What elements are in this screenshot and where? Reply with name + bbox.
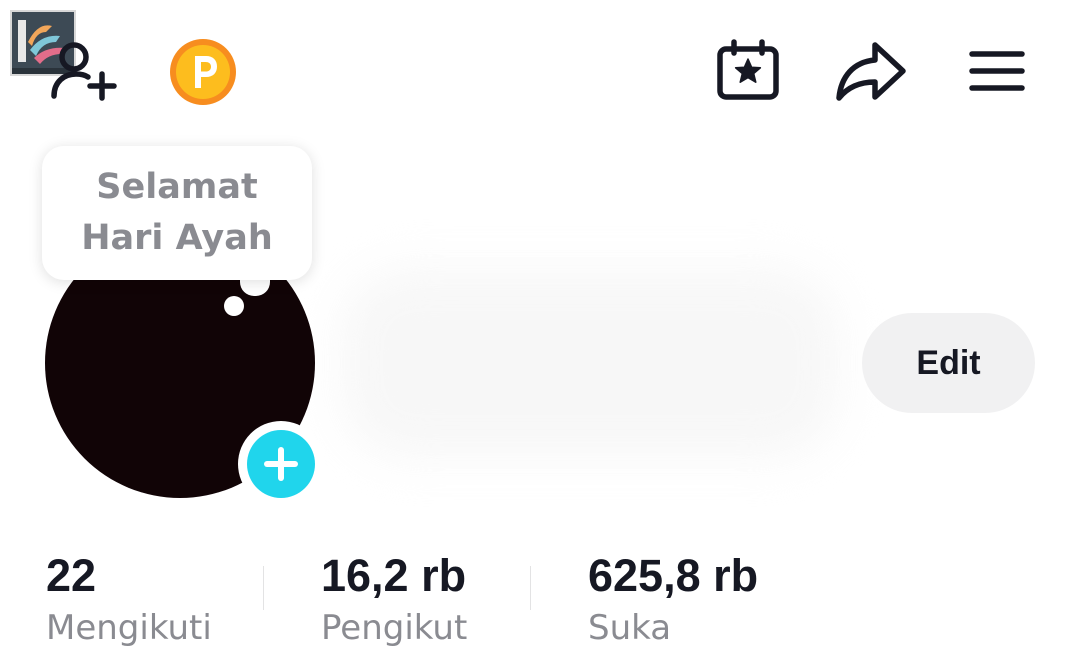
followers-count: 16,2 rb: [321, 550, 467, 601]
following-count: 22: [46, 550, 97, 601]
edit-profile-button[interactable]: Edit: [862, 313, 1035, 413]
calendar-star-icon[interactable]: [714, 38, 782, 102]
share-icon[interactable]: [832, 36, 910, 106]
stat-divider: [263, 566, 264, 610]
likes-label: Suka: [588, 608, 672, 648]
status-bubble-text: Selamat Hari Ayah: [62, 162, 292, 264]
followers-stat[interactable]: 16,2 rb Pengikut: [321, 548, 467, 648]
likes-stat[interactable]: 625,8 rb Suka: [588, 548, 758, 648]
status-line-2: Hari Ayah: [81, 218, 273, 258]
add-friend-icon[interactable]: [46, 36, 122, 104]
stat-divider: [530, 566, 531, 610]
following-stat[interactable]: 22 Mengikuti: [46, 548, 212, 648]
menu-icon[interactable]: [962, 44, 1032, 98]
likes-count: 625,8 rb: [588, 550, 759, 601]
coin-icon[interactable]: [168, 37, 238, 107]
redacted-username: [340, 268, 840, 458]
bubble-tail-dot: [224, 296, 244, 316]
followers-label: Pengikut: [321, 608, 468, 648]
status-line-1: Selamat: [96, 167, 258, 207]
plus-icon: [247, 430, 315, 498]
add-avatar-button[interactable]: [238, 421, 324, 507]
status-bubble[interactable]: Selamat Hari Ayah: [42, 146, 312, 280]
following-label: Mengikuti: [46, 608, 212, 648]
